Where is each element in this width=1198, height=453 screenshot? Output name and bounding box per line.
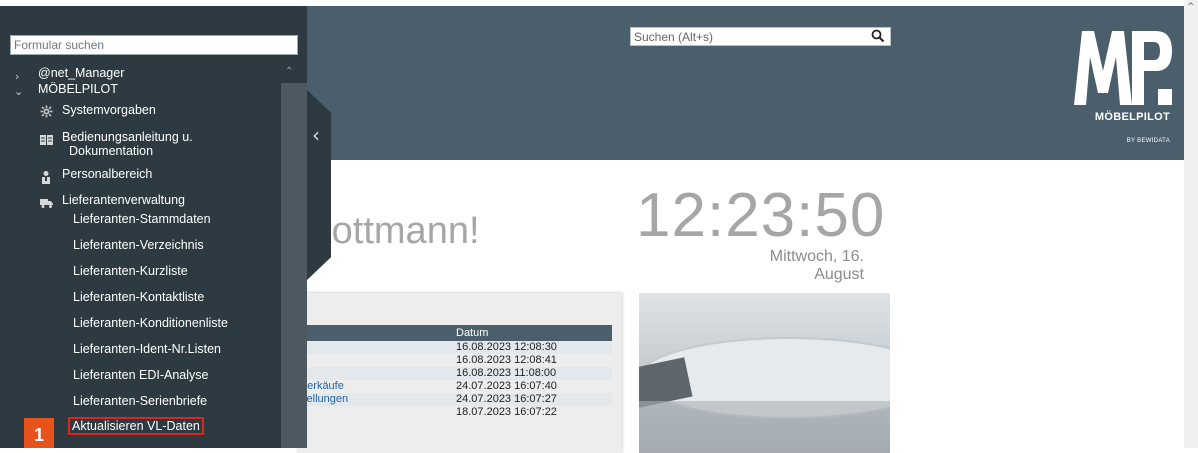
- person-icon: [40, 170, 52, 189]
- activity-card: Datum 16.08.2023 12:08:30 16.08.2023 12:…: [298, 293, 622, 453]
- row-date: 16.08.2023 12:08:30: [448, 341, 612, 354]
- chevron-right-icon[interactable]: ›: [15, 70, 19, 83]
- sidebar-item-konditionenliste[interactable]: Lieferanten-Konditionenliste: [73, 316, 228, 330]
- row-date: 18.07.2023 16:07:22: [456, 406, 557, 418]
- chevron-down-icon[interactable]: ⌄: [14, 85, 23, 98]
- tree-root-netmanager[interactable]: @net_Manager: [38, 66, 124, 80]
- step-badge: 1: [24, 418, 54, 448]
- row-date: 16.08.2023 12:08:41: [456, 354, 557, 366]
- decor-image: [639, 293, 890, 453]
- sidebar-item-serienbriefe[interactable]: Lieferanten-Serienbriefe: [73, 394, 207, 408]
- sidebar-item-kontaktliste[interactable]: Lieferanten-Kontaktliste: [73, 290, 204, 304]
- logo-subtext: BY BEWIDATA: [1126, 138, 1170, 144]
- table-row[interactable]: rverkäufe 24.07.2023 16:07:40: [298, 380, 612, 393]
- sidebar-item-personalbereich[interactable]: Personalbereich: [62, 167, 152, 181]
- sidebar-item-stammdaten[interactable]: Lieferanten-Stammdaten: [73, 212, 211, 226]
- sidebar-item-verzeichnis[interactable]: Lieferanten-Verzeichnis: [73, 238, 204, 252]
- row-date: 16.08.2023 11:08:00: [448, 367, 612, 380]
- tree-root-moebelpilot[interactable]: MÖBELPILOT: [38, 82, 118, 96]
- sidebar-item-doku-line2[interactable]: Dokumentation: [69, 144, 153, 158]
- row-date: 24.07.2023 16:07:40: [456, 380, 557, 392]
- sidebar-item-ident-nr-listen[interactable]: Lieferanten-Ident-Nr.Listen: [73, 342, 221, 356]
- sidebar-item-kurzliste[interactable]: Lieferanten-Kurzliste: [73, 264, 188, 278]
- table-row[interactable]: 16.08.2023 12:08:41: [298, 354, 612, 367]
- chevron-left-icon[interactable]: ‹: [312, 123, 320, 147]
- book-icon: [40, 133, 53, 151]
- global-search-input[interactable]: [631, 28, 864, 46]
- table-row[interactable]: 16.08.2023 12:08:30: [298, 341, 612, 354]
- table-header-blank: [298, 325, 448, 341]
- table-row[interactable]: 18.07.2023 16:07:22: [298, 406, 612, 419]
- search-icon[interactable]: [871, 29, 885, 48]
- form-search-input[interactable]: [11, 36, 294, 54]
- sidebar-item-aktualisieren-vl-daten[interactable]: Aktualisieren VL-Daten: [68, 417, 204, 435]
- date-text: Mittwoch, 16. August: [769, 248, 864, 283]
- sidebar-item-doku-line1[interactable]: Bedienungsanleitung u.: [62, 130, 193, 144]
- sidebar-collapse-tab[interactable]: [307, 90, 331, 280]
- activity-table: Datum 16.08.2023 12:08:30 16.08.2023 12:…: [298, 325, 612, 419]
- sidebar-scrollbar[interactable]: [281, 83, 307, 448]
- page-scrollbar[interactable]: ^: [1184, 0, 1198, 448]
- logo-text: MÖBELPILOT: [1094, 111, 1170, 123]
- gear-icon: [40, 105, 53, 123]
- table-row[interactable]: stellungen 24.07.2023 16:07:27: [298, 393, 612, 406]
- sidebar-item-lieferantenverwaltung[interactable]: Lieferantenverwaltung: [62, 193, 185, 207]
- truck-icon: [40, 196, 54, 214]
- sidebar-item-systemvorgaben[interactable]: Systemvorgaben: [62, 103, 156, 117]
- row-date: 24.07.2023 16:07:27: [448, 393, 612, 406]
- global-search[interactable]: [630, 27, 891, 46]
- moebelpilot-logo-mark: [1072, 27, 1174, 107]
- table-header-date: Datum: [448, 325, 612, 341]
- sidebar-item-edi-analyse[interactable]: Lieferanten EDI-Analyse: [73, 368, 209, 382]
- scroll-up-icon[interactable]: ^: [1187, 2, 1195, 12]
- table-row[interactable]: 16.08.2023 11:08:00: [298, 367, 612, 380]
- clock: 12:23:50: [636, 181, 886, 250]
- sidebar-scroll-up-icon[interactable]: ⌃: [285, 66, 293, 77]
- form-search[interactable]: [10, 35, 298, 55]
